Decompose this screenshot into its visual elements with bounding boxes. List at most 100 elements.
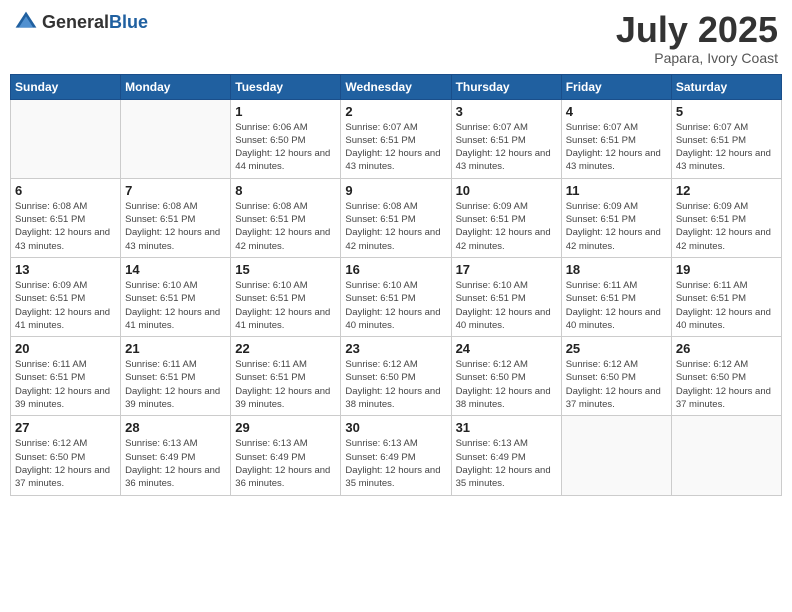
- weekday-header: Wednesday: [341, 74, 451, 99]
- day-info: Sunrise: 6:12 AMSunset: 6:50 PMDaylight:…: [345, 358, 446, 411]
- calendar-week-row: 13 Sunrise: 6:09 AMSunset: 6:51 PMDayligh…: [11, 257, 782, 336]
- calendar-day-cell: 16 Sunrise: 6:10 AMSunset: 6:51 PMDayligh…: [341, 257, 451, 336]
- day-info: Sunrise: 6:11 AMSunset: 6:51 PMDaylight:…: [676, 279, 777, 332]
- calendar-day-cell: 29 Sunrise: 6:13 AMSunset: 6:49 PMDayligh…: [231, 416, 341, 495]
- day-number: 13: [15, 262, 116, 277]
- day-number: 17: [456, 262, 557, 277]
- calendar-day-cell: 8 Sunrise: 6:08 AMSunset: 6:51 PMDaylight…: [231, 178, 341, 257]
- day-number: 29: [235, 420, 336, 435]
- day-info: Sunrise: 6:08 AMSunset: 6:51 PMDaylight:…: [15, 200, 116, 253]
- day-info: Sunrise: 6:12 AMSunset: 6:50 PMDaylight:…: [15, 437, 116, 490]
- day-number: 11: [566, 183, 667, 198]
- calendar-week-row: 20 Sunrise: 6:11 AMSunset: 6:51 PMDayligh…: [11, 337, 782, 416]
- weekday-header: Saturday: [671, 74, 781, 99]
- day-info: Sunrise: 6:13 AMSunset: 6:49 PMDaylight:…: [456, 437, 557, 490]
- day-info: Sunrise: 6:09 AMSunset: 6:51 PMDaylight:…: [456, 200, 557, 253]
- calendar-day-cell: 7 Sunrise: 6:08 AMSunset: 6:51 PMDaylight…: [121, 178, 231, 257]
- day-info: Sunrise: 6:08 AMSunset: 6:51 PMDaylight:…: [235, 200, 336, 253]
- day-info: Sunrise: 6:07 AMSunset: 6:51 PMDaylight:…: [456, 121, 557, 174]
- calendar-day-cell: 13 Sunrise: 6:09 AMSunset: 6:51 PMDayligh…: [11, 257, 121, 336]
- calendar-day-cell: 4Sunrise: 6:07 AMSunset: 6:51 PMDaylight…: [561, 99, 671, 178]
- calendar-week-row: 27 Sunrise: 6:12 AMSunset: 6:50 PMDayligh…: [11, 416, 782, 495]
- day-number: 27: [15, 420, 116, 435]
- calendar-day-cell: 1Sunrise: 6:06 AMSunset: 6:50 PMDaylight…: [231, 99, 341, 178]
- calendar-day-cell: 18 Sunrise: 6:11 AMSunset: 6:51 PMDayligh…: [561, 257, 671, 336]
- calendar-day-cell: 24 Sunrise: 6:12 AMSunset: 6:50 PMDayligh…: [451, 337, 561, 416]
- day-number: 2: [345, 104, 446, 119]
- calendar-day-cell: 20 Sunrise: 6:11 AMSunset: 6:51 PMDayligh…: [11, 337, 121, 416]
- day-number: 18: [566, 262, 667, 277]
- day-number: 31: [456, 420, 557, 435]
- calendar-day-cell: 5 Sunrise: 6:07 AMSunset: 6:51 PMDaylight…: [671, 99, 781, 178]
- calendar-day-cell: 11 Sunrise: 6:09 AMSunset: 6:51 PMDayligh…: [561, 178, 671, 257]
- calendar-day-cell: 23 Sunrise: 6:12 AMSunset: 6:50 PMDayligh…: [341, 337, 451, 416]
- weekday-header: Friday: [561, 74, 671, 99]
- calendar-day-cell: 31 Sunrise: 6:13 AMSunset: 6:49 PMDayligh…: [451, 416, 561, 495]
- day-number: 7: [125, 183, 226, 198]
- weekday-header: Thursday: [451, 74, 561, 99]
- day-number: 25: [566, 341, 667, 356]
- day-number: 4: [566, 104, 667, 119]
- day-info: Sunrise: 6:12 AMSunset: 6:50 PMDaylight:…: [456, 358, 557, 411]
- day-number: 26: [676, 341, 777, 356]
- logo-general: GeneralBlue: [42, 12, 148, 33]
- calendar-day-cell: 17 Sunrise: 6:10 AMSunset: 6:51 PMDayligh…: [451, 257, 561, 336]
- day-info: Sunrise: 6:08 AMSunset: 6:51 PMDaylight:…: [345, 200, 446, 253]
- day-info: Sunrise: 6:09 AMSunset: 6:51 PMDaylight:…: [15, 279, 116, 332]
- calendar-day-cell: 10 Sunrise: 6:09 AMSunset: 6:51 PMDayligh…: [451, 178, 561, 257]
- day-number: 22: [235, 341, 336, 356]
- calendar-day-cell: 2 Sunrise: 6:07 AMSunset: 6:51 PMDaylight…: [341, 99, 451, 178]
- day-number: 14: [125, 262, 226, 277]
- weekday-header-row: SundayMondayTuesdayWednesdayThursdayFrid…: [11, 74, 782, 99]
- day-number: 19: [676, 262, 777, 277]
- day-number: 28: [125, 420, 226, 435]
- day-number: 30: [345, 420, 446, 435]
- day-number: 12: [676, 183, 777, 198]
- day-info: Sunrise: 6:11 AMSunset: 6:51 PMDaylight:…: [566, 279, 667, 332]
- calendar-day-cell: 27 Sunrise: 6:12 AMSunset: 6:50 PMDayligh…: [11, 416, 121, 495]
- day-info: Sunrise: 6:07 AMSunset: 6:51 PMDaylight:…: [676, 121, 777, 174]
- calendar-day-cell: 19 Sunrise: 6:11 AMSunset: 6:51 PMDayligh…: [671, 257, 781, 336]
- calendar-day-cell: 26 Sunrise: 6:12 AMSunset: 6:50 PMDayligh…: [671, 337, 781, 416]
- calendar-day-cell: [121, 99, 231, 178]
- calendar-day-cell: 14Sunrise: 6:10 AMSunset: 6:51 PMDayligh…: [121, 257, 231, 336]
- calendar-day-cell: 6 Sunrise: 6:08 AMSunset: 6:51 PMDaylight…: [11, 178, 121, 257]
- day-number: 20: [15, 341, 116, 356]
- title-area: July 2025 Papara, Ivory Coast: [616, 10, 778, 66]
- day-number: 24: [456, 341, 557, 356]
- page-header: GeneralBlue July 2025 Papara, Ivory Coas…: [10, 10, 782, 66]
- calendar-day-cell: [11, 99, 121, 178]
- day-number: 16: [345, 262, 446, 277]
- calendar-day-cell: 25Sunrise: 6:12 AMSunset: 6:50 PMDayligh…: [561, 337, 671, 416]
- day-info: Sunrise: 6:10 AMSunset: 6:51 PMDaylight:…: [345, 279, 446, 332]
- calendar-day-cell: 21Sunrise: 6:11 AMSunset: 6:51 PMDayligh…: [121, 337, 231, 416]
- day-info: Sunrise: 6:13 AMSunset: 6:49 PMDaylight:…: [235, 437, 336, 490]
- day-number: 23: [345, 341, 446, 356]
- location: Papara, Ivory Coast: [616, 50, 778, 66]
- day-number: 6: [15, 183, 116, 198]
- calendar-day-cell: 15Sunrise: 6:10 AMSunset: 6:51 PMDayligh…: [231, 257, 341, 336]
- weekday-header: Monday: [121, 74, 231, 99]
- calendar-day-cell: 3 Sunrise: 6:07 AMSunset: 6:51 PMDaylight…: [451, 99, 561, 178]
- calendar-week-row: 6 Sunrise: 6:08 AMSunset: 6:51 PMDaylight…: [11, 178, 782, 257]
- logo-icon: [14, 10, 38, 34]
- day-info: Sunrise: 6:09 AMSunset: 6:51 PMDaylight:…: [566, 200, 667, 253]
- calendar-day-cell: 30Sunrise: 6:13 AMSunset: 6:49 PMDayligh…: [341, 416, 451, 495]
- day-info: Sunrise: 6:12 AMSunset: 6:50 PMDaylight:…: [676, 358, 777, 411]
- weekday-header: Sunday: [11, 74, 121, 99]
- day-info: Sunrise: 6:08 AMSunset: 6:51 PMDaylight:…: [125, 200, 226, 253]
- day-number: 8: [235, 183, 336, 198]
- day-info: Sunrise: 6:07 AMSunset: 6:51 PMDaylight:…: [345, 121, 446, 174]
- calendar-day-cell: 22Sunrise: 6:11 AMSunset: 6:51 PMDayligh…: [231, 337, 341, 416]
- month-title: July 2025: [616, 10, 778, 50]
- day-number: 3: [456, 104, 557, 119]
- calendar-day-cell: 28Sunrise: 6:13 AMSunset: 6:49 PMDayligh…: [121, 416, 231, 495]
- calendar-week-row: 1Sunrise: 6:06 AMSunset: 6:50 PMDaylight…: [11, 99, 782, 178]
- day-number: 21: [125, 341, 226, 356]
- calendar-day-cell: [561, 416, 671, 495]
- weekday-header: Tuesday: [231, 74, 341, 99]
- day-info: Sunrise: 6:11 AMSunset: 6:51 PMDaylight:…: [15, 358, 116, 411]
- day-number: 10: [456, 183, 557, 198]
- day-info: Sunrise: 6:10 AMSunset: 6:51 PMDaylight:…: [456, 279, 557, 332]
- day-number: 5: [676, 104, 777, 119]
